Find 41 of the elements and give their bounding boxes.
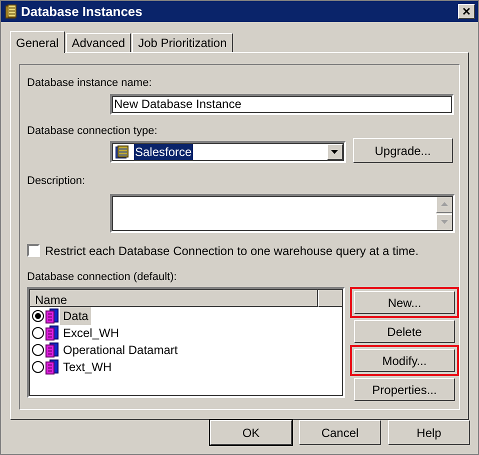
database-icon (45, 308, 59, 324)
tab[interactable]: Job Prioritization (132, 33, 233, 52)
upgrade-button[interactable]: Upgrade... (352, 138, 453, 163)
instance-name-field[interactable]: New Database Instance (110, 94, 454, 114)
scroll-up-icon[interactable] (436, 196, 453, 212)
database-icon (45, 324, 59, 340)
field-label: Database instance name: (27, 76, 153, 91)
list-item[interactable]: Text_WH (60, 358, 115, 376)
column-header[interactable] (318, 289, 343, 307)
field-label: Database connection type: (27, 124, 158, 138)
window-title: Database Instances (21, 2, 142, 21)
checkbox[interactable] (27, 244, 40, 257)
radio-button[interactable] (32, 344, 44, 356)
dialog-button[interactable]: Modify... (354, 349, 455, 372)
tab[interactable]: General (10, 31, 65, 53)
column-header[interactable]: Name (29, 289, 318, 307)
field-label: Description: (27, 174, 86, 189)
dialog-button[interactable]: Delete (354, 320, 455, 343)
list-item[interactable]: Excel_WH (60, 324, 122, 342)
close-button[interactable]: × (458, 4, 475, 19)
connection-type-dropdown[interactable]: Salesforce (110, 141, 346, 163)
radio-button[interactable] (32, 326, 44, 338)
database-icon (45, 342, 59, 358)
database-icon (4, 4, 19, 19)
list-item[interactable]: Operational Datamart (60, 340, 181, 358)
description-field[interactable] (110, 194, 455, 232)
dialog-button[interactable]: New... (354, 291, 455, 314)
tab[interactable]: Advanced (66, 33, 132, 52)
connection-list[interactable]: Name Data Excel_WH Operational Datamart Text_WH (27, 287, 345, 398)
dialog-button[interactable]: Help (388, 420, 470, 445)
scroll-down-icon[interactable] (436, 214, 453, 230)
list-item[interactable]: Data (60, 306, 92, 324)
dialog-button[interactable]: OK (210, 420, 292, 445)
checkbox-label: Restrict each Database Connection to one warehouse query at a time. (45, 242, 419, 260)
radio-button[interactable] (32, 360, 44, 372)
database-icon (45, 358, 59, 374)
radio-button[interactable] (32, 310, 44, 322)
dialog-button[interactable]: Cancel (299, 420, 381, 445)
field-label: Database connection (default): (27, 270, 178, 284)
dialog-button[interactable]: Properties... (354, 378, 455, 401)
database-icon (114, 144, 130, 160)
